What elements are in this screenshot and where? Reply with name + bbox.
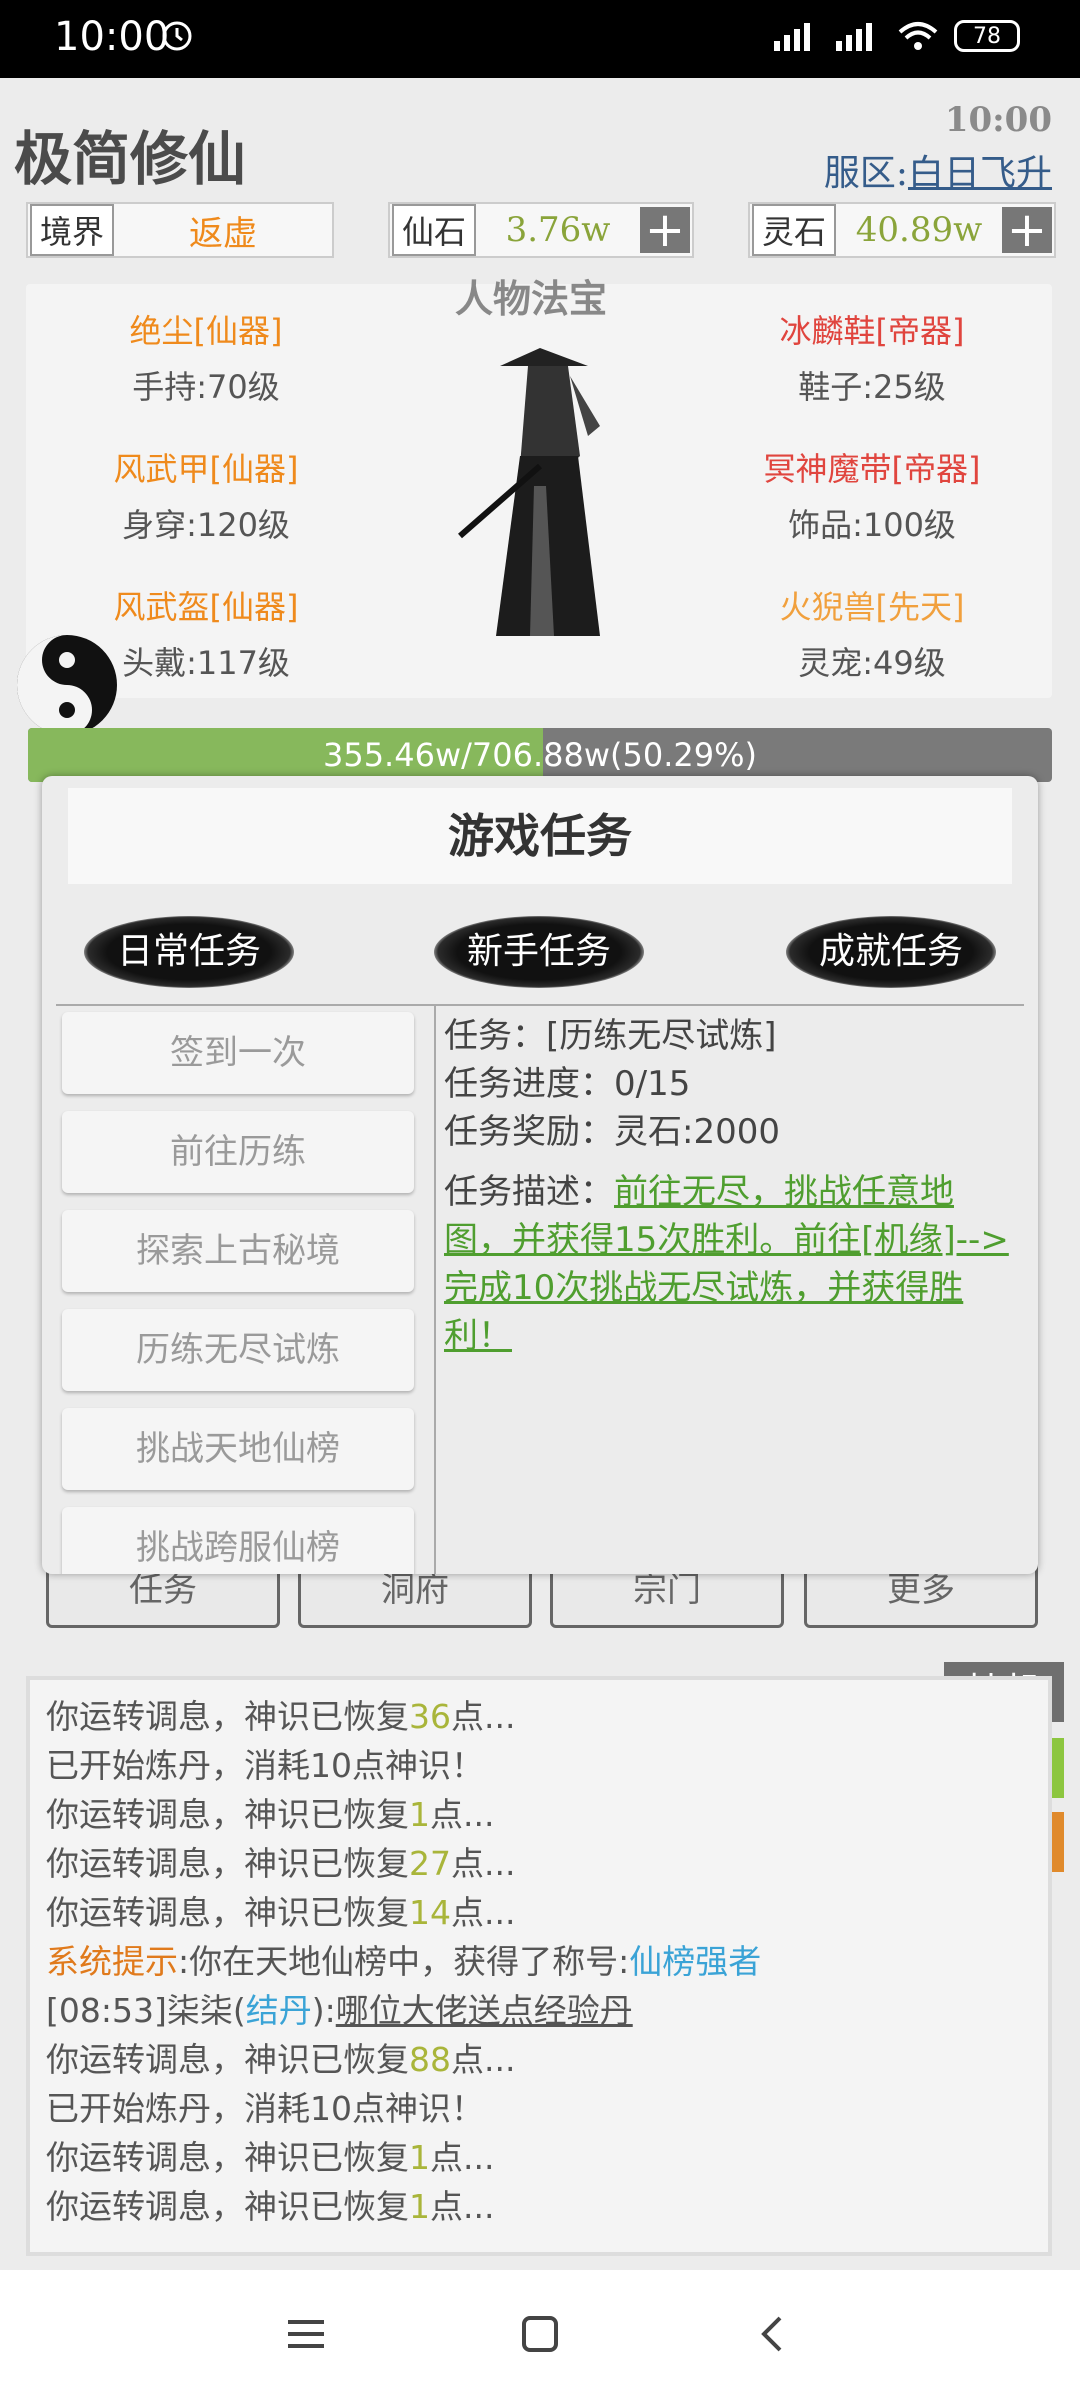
equip-name: 风武盔[仙器] <box>113 588 299 626</box>
status-time: 10:00 <box>54 14 170 60</box>
server-name-link[interactable]: 白日飞升 <box>908 153 1052 194</box>
status-bar: 10:00 78 <box>0 0 1080 78</box>
realm-label: 境界 <box>30 204 115 256</box>
tab-daily[interactable]: 日常任务 <box>84 916 294 988</box>
signal-icon-2 <box>836 23 872 51</box>
tab-label: 成就任务 <box>818 931 963 972</box>
log-line: 你运转调息，神识已恢复27点... <box>46 1844 516 1883</box>
log-line: 已开始炼丹，消耗10点神识！ <box>46 2089 484 2128</box>
equip-slot-weapon[interactable]: 绝尘[仙器] 手持:70级 <box>56 306 356 408</box>
task-button[interactable]: 历练无尽试炼 <box>62 1309 414 1391</box>
server-info: 服区:白日飞升 <box>824 144 1052 196</box>
task-button[interactable]: 挑战天地仙榜 <box>62 1408 414 1490</box>
equip-slot-pet[interactable]: 火猊兽[先天] 灵宠:49级 <box>722 582 1022 684</box>
task-button[interactable]: 探索上古秘境 <box>62 1210 414 1292</box>
equipment-title: 人物法宝 <box>455 276 608 321</box>
log-line: 已开始炼丹，消耗10点神识！ <box>46 1746 484 1785</box>
lingshi-label: 灵石 <box>752 204 837 256</box>
system-nav-bar <box>0 2270 1080 2400</box>
task-description: 任务描述：前往无尽，挑战任意地图，并获得15次胜利。前往[机缘]-->完成10次… <box>444 1168 1014 1360</box>
equip-slot: 灵宠:49级 <box>798 644 946 682</box>
task-desc-label: 任务描述： <box>444 1172 614 1212</box>
equip-slot-accessory[interactable]: 冥神魔带[帝器] 饰品:100级 <box>722 444 1022 546</box>
xianshi-label: 仙石 <box>392 204 477 256</box>
realm-value: 返虚 <box>189 213 257 254</box>
modal-title: 游戏任务 <box>68 788 1012 884</box>
task-name: 任务：[历练无尽试炼] <box>444 1016 777 1056</box>
xianshi-stat: 仙石 3.76w + <box>388 202 694 258</box>
log-line: 你运转调息，神识已恢复88点... <box>46 2040 516 2079</box>
equip-slot-shoes[interactable]: 冰麟鞋[帝器] 鞋子:25级 <box>722 306 1022 408</box>
equip-slot: 饰品:100级 <box>788 506 956 544</box>
tab-newbie[interactable]: 新手任务 <box>434 916 644 988</box>
xianshi-add-button[interactable]: + <box>640 206 690 254</box>
app-title: 极简修仙 <box>14 125 247 193</box>
task-button[interactable]: 签到一次 <box>62 1012 414 1094</box>
chat-message-link[interactable]: 哪位大佬送点经验丹 <box>336 1991 633 2030</box>
signal-icon <box>774 23 810 51</box>
battery-icon: 78 <box>954 20 1020 52</box>
equip-slot-armor[interactable]: 风武甲[仙器] 身穿:120级 <box>56 444 356 546</box>
yin-yang-icon[interactable] <box>14 632 120 738</box>
menu-icon[interactable] <box>282 2310 330 2358</box>
log-line: 你运转调息，神识已恢复36点... <box>46 1697 516 1736</box>
exp-progress-bar: 355.46w/706.88w(50.29%) <box>28 728 1052 782</box>
lingshi-add-button[interactable]: + <box>1002 206 1052 254</box>
equip-name: 冥神魔带[帝器] <box>763 450 981 488</box>
log-line: 你运转调息，神识已恢复14点... <box>46 1893 516 1932</box>
lingshi-stat: 灵石 40.89w + <box>748 202 1056 258</box>
task-reward: 任务奖励：灵石:2000 <box>444 1112 780 1152</box>
game-clock: 10:00 <box>944 100 1052 140</box>
log-line: 你运转调息，神识已恢复1点... <box>46 2138 495 2177</box>
task-progress: 任务进度：0/15 <box>444 1064 691 1104</box>
equip-slot: 手持:70级 <box>132 368 280 406</box>
server-prefix: 服区: <box>823 153 908 194</box>
equip-slot: 身穿:120级 <box>122 506 290 544</box>
log-line: 你运转调息，神识已恢复1点... <box>46 1795 495 1834</box>
equip-slot: 鞋子:25级 <box>798 368 946 406</box>
task-detail: 任务：[历练无尽试炼] 任务进度：0/15 任务奖励：灵石:2000 任务描述：… <box>444 1012 1014 1360</box>
task-button[interactable]: 挑战跨服仙榜 <box>62 1507 414 1574</box>
log-line-chat: [08:53]柒柒(结丹):哪位大佬送点经验丹 <box>46 1991 633 2030</box>
task-modal: 游戏任务 日常任务 新手任务 成就任务 签到一次 前往历练 探索上古秘境 历练无… <box>42 776 1038 1574</box>
tab-label: 新手任务 <box>466 931 611 972</box>
equip-name: 绝尘[仙器] <box>129 312 283 350</box>
lingshi-value: 40.89w <box>855 210 983 250</box>
xianshi-value: 3.76w <box>505 210 611 250</box>
log-line-system: 系统提示:你在天地仙榜中，获得了称号:仙榜强者 <box>46 1942 762 1981</box>
equip-name: 风武甲[仙器] <box>113 450 299 488</box>
home-icon[interactable] <box>516 2310 564 2358</box>
task-button[interactable]: 前往历练 <box>62 1111 414 1193</box>
log-line: 你运转调息，神识已恢复1点... <box>46 2187 495 2226</box>
divider <box>56 1004 1024 1006</box>
equip-name: 火猊兽[先天] <box>779 588 965 626</box>
battery-level: 78 <box>973 23 1001 49</box>
alarm-icon <box>162 21 192 51</box>
wifi-icon <box>898 22 938 50</box>
realm-stat: 境界 返虚 <box>26 202 334 258</box>
exp-progress-text: 355.46w/706.88w(50.29%) <box>322 736 758 774</box>
tab-achievement[interactable]: 成就任务 <box>786 916 996 988</box>
divider <box>434 1006 436 1574</box>
tab-label: 日常任务 <box>116 931 261 972</box>
equip-name: 冰麟鞋[帝器] <box>779 312 965 350</box>
character-figure <box>458 348 600 636</box>
message-log: 你运转调息，神识已恢复36点... 已开始炼丹，消耗10点神识！ 你运转调息，神… <box>26 1676 1052 2256</box>
back-icon[interactable] <box>750 2310 798 2358</box>
